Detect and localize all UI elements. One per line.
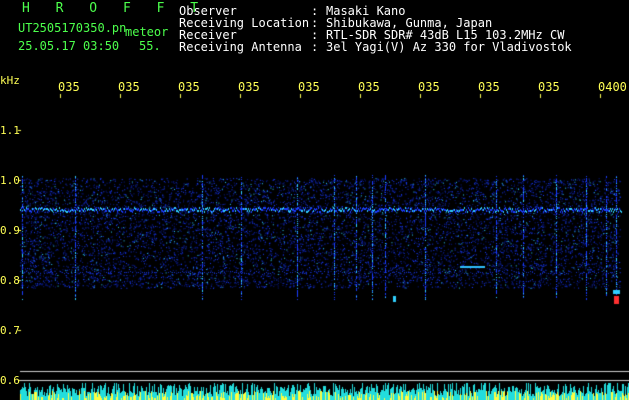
time-tick-1: 035 [58, 80, 80, 94]
time-tick-8: 035 [478, 80, 500, 94]
freq-label-0-7: 0.7 [0, 324, 20, 337]
freq-label-1-0: 1.0 [0, 174, 20, 187]
freq-label-0-6: 0.6 [0, 374, 20, 387]
freq-label-1-1: 1.1 [0, 124, 20, 137]
freq-unit-label: kHz [0, 74, 20, 87]
spectrogram-display [0, 0, 629, 400]
file-name: UT2505170350.pn [18, 21, 127, 35]
time-tick-6: 035 [358, 80, 380, 94]
time-tick-7: 035 [418, 80, 440, 94]
antenna-colon: : [311, 40, 319, 54]
freq-label-0-9: 0.9 [0, 224, 20, 237]
file-count: 55. [139, 39, 161, 53]
time-tick-4: 035 [238, 80, 260, 94]
time-tick-5: 035 [298, 80, 320, 94]
time-tick-3: 035 [178, 80, 200, 94]
time-tick-2: 035 [118, 80, 140, 94]
antenna-label: Receiving Antenna [179, 40, 302, 54]
antenna-value: 3el Yagi(V) Az 330 for Vladivostok [326, 40, 572, 54]
file-type: meteor [125, 25, 169, 39]
freq-label-0-8: 0.8 [0, 274, 20, 287]
time-tick-9: 035 [538, 80, 560, 94]
time-tick-10: 0400 [598, 80, 627, 94]
file-datetime: 25.05.17 03:50 [18, 39, 120, 53]
